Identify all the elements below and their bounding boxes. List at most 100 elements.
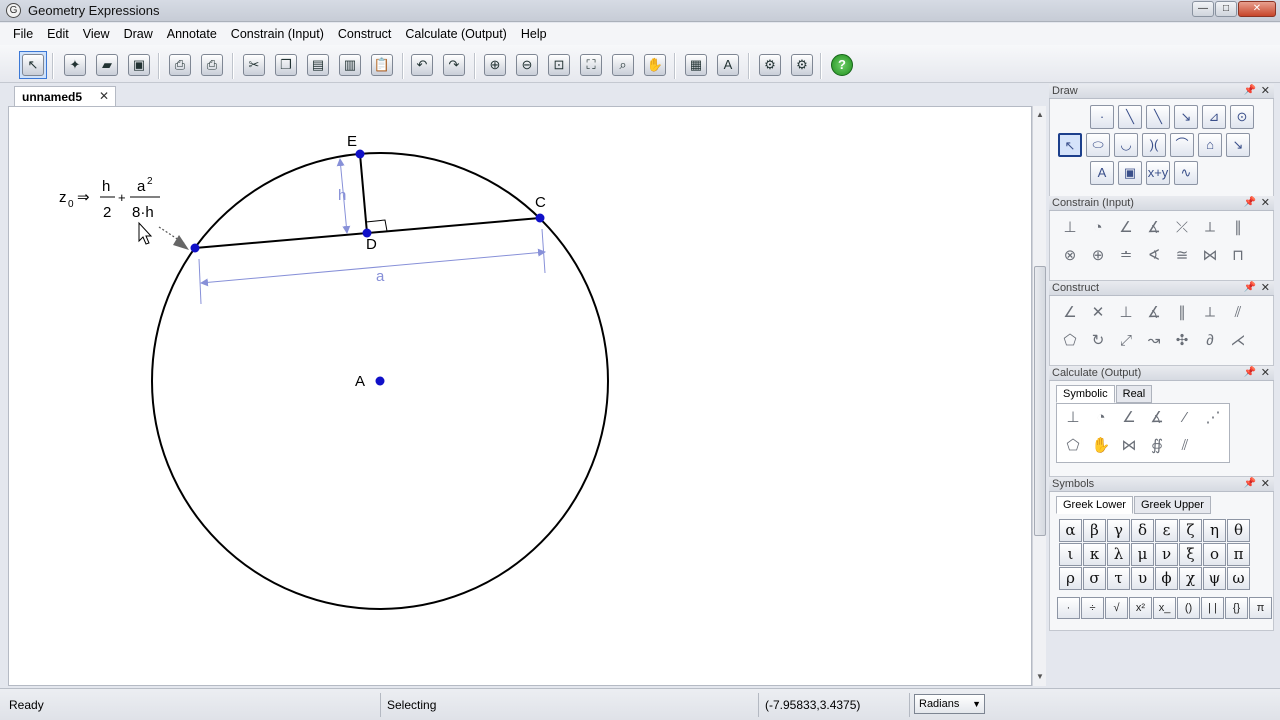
symbol-alpha[interactable]: α	[1059, 519, 1082, 542]
point-e[interactable]	[355, 149, 365, 159]
dimension-a-line[interactable]	[200, 248, 546, 287]
options-button[interactable]: ⚙	[788, 51, 816, 79]
drawing-canvas[interactable]: h a E C D A z 0 ⇒ h 2 + a 2 8·h	[8, 106, 1032, 686]
close-panel-icon[interactable]: ✕	[1261, 281, 1270, 295]
symbol-omega[interactable]: ω	[1227, 567, 1250, 590]
menu-annotate[interactable]: Annotate	[160, 27, 224, 41]
tab-symbolic[interactable]: Symbolic	[1056, 385, 1115, 403]
symbol-gamma[interactable]: γ	[1107, 519, 1130, 542]
zoom-page-button[interactable]: ⌕	[609, 51, 637, 79]
calc-radius-icon[interactable]: ◔	[1089, 407, 1113, 431]
symbol-psi[interactable]: ψ	[1203, 567, 1226, 590]
template-superscript[interactable]: x²	[1129, 597, 1152, 619]
settings-button[interactable]: ⚙	[756, 51, 784, 79]
angle-constraint-icon[interactable]: ∠	[1114, 217, 1138, 241]
close-panel-icon[interactable]: ✕	[1261, 196, 1270, 210]
symbol-upsilon[interactable]: υ	[1131, 567, 1154, 590]
undo-button[interactable]: ↶	[408, 51, 436, 79]
template-multiply[interactable]: ·	[1057, 597, 1080, 619]
coordinate-constraint-icon[interactable]: ⊕	[1086, 245, 1110, 269]
symbol-nu[interactable]: ν	[1155, 543, 1178, 566]
menu-constrain[interactable]: Constrain (Input)	[224, 27, 331, 41]
calc-parametric-icon[interactable]: ∯	[1145, 435, 1169, 459]
pan-button[interactable]: ✋	[641, 51, 669, 79]
direction-constraint-icon[interactable]: ∡	[1142, 217, 1166, 241]
close-tab-icon[interactable]: ✕	[99, 89, 109, 103]
perpendicular-constraint-icon[interactable]: ⟂	[1198, 217, 1222, 241]
formula-expression[interactable]: z 0 ⇒ h 2 + a 2 8·h	[59, 176, 160, 221]
locus-tool-icon[interactable]: ⌂	[1198, 133, 1222, 157]
paste-button[interactable]: 📋	[368, 51, 396, 79]
print-preview-button[interactable]: ⎙	[198, 51, 226, 79]
template-braces[interactable]: {}	[1225, 597, 1248, 619]
congruent-constraint-icon[interactable]: ≅	[1170, 245, 1194, 269]
menu-calculate[interactable]: Calculate (Output)	[398, 27, 513, 41]
menu-draw[interactable]: Draw	[117, 27, 160, 41]
hyperbola-tool-icon[interactable]: )(	[1142, 133, 1166, 157]
curve-tool-icon[interactable]: ↘	[1226, 133, 1250, 157]
locus-construct-icon[interactable]: ∂	[1198, 330, 1222, 354]
point-tool-icon[interactable]: ·	[1090, 105, 1114, 129]
symbol-epsilon[interactable]: ε	[1155, 519, 1178, 542]
graph-tool-icon[interactable]: ∿	[1174, 161, 1198, 185]
copy-as-button[interactable]: ▤	[304, 51, 332, 79]
symbol-kappa[interactable]: κ	[1083, 543, 1106, 566]
perpendicular-tool-icon[interactable]: ⊥	[1114, 302, 1138, 326]
zoom-fit-button[interactable]: ⛶	[577, 51, 605, 79]
menu-edit[interactable]: Edit	[40, 27, 76, 41]
perpendicular-bisector-tool-icon[interactable]: ⟂	[1198, 302, 1222, 326]
angle-unit-dropdown[interactable]: Radians ▼	[914, 694, 985, 714]
symbol-omicron[interactable]: ο	[1203, 543, 1226, 566]
new-file-button[interactable]: ✦	[61, 51, 89, 79]
symbol-beta[interactable]: β	[1083, 519, 1106, 542]
tab-unnamed5[interactable]: unnamed5 ✕	[14, 86, 116, 106]
template-parentheses[interactable]: ()	[1177, 597, 1200, 619]
close-panel-icon[interactable]: ✕	[1261, 366, 1270, 380]
menu-file[interactable]: File	[6, 27, 40, 41]
pin-icon[interactable]: 📌	[1244, 366, 1256, 380]
calc-implicit-icon[interactable]: ⋈	[1117, 435, 1141, 459]
close-window-button[interactable]: ✕	[1238, 1, 1276, 17]
radius-constraint-icon[interactable]: ◔	[1086, 217, 1110, 241]
template-sqrt[interactable]: √	[1105, 597, 1128, 619]
scrollbar-thumb[interactable]	[1034, 266, 1046, 536]
open-file-button[interactable]: ▰	[93, 51, 121, 79]
symbol-eta[interactable]: η	[1203, 519, 1226, 542]
midpoint-tool-icon[interactable]: ∠	[1058, 302, 1082, 326]
zoom-box-button[interactable]: ⊡	[545, 51, 573, 79]
close-panel-icon[interactable]: ✕	[1261, 84, 1270, 98]
segment-tool-icon[interactable]: ╲	[1146, 105, 1170, 129]
polygon-tool-icon[interactable]: ⊿	[1202, 105, 1226, 129]
maximize-button[interactable]: □	[1215, 1, 1237, 17]
rotate-tool-icon[interactable]: ↻	[1086, 330, 1110, 354]
symbol-xi[interactable]: ξ	[1179, 543, 1202, 566]
dilate-tool-icon[interactable]: ✣	[1170, 330, 1194, 354]
point-c[interactable]	[535, 213, 545, 223]
tangent-tool-icon[interactable]: ⫽	[1226, 302, 1250, 326]
locked-constraint-icon[interactable]: ⊓	[1226, 245, 1250, 269]
geometry-drawing[interactable]: h a E C D A z 0 ⇒ h 2 + a 2 8·h	[9, 107, 1032, 686]
cut-button[interactable]: ✂	[240, 51, 268, 79]
tab-greek-lower[interactable]: Greek Lower	[1056, 496, 1133, 514]
symbol-rho[interactable]: ρ	[1059, 567, 1082, 590]
calc-area-icon[interactable]: ⬠	[1061, 435, 1085, 459]
calc-coordinates-icon[interactable]: ⋰	[1201, 407, 1225, 431]
tab-greek-upper[interactable]: Greek Upper	[1133, 496, 1211, 514]
angle-bisector-tool-icon[interactable]: ∡	[1142, 302, 1166, 326]
select-arrow-button[interactable]: ↖	[19, 51, 47, 79]
equation-constraint-icon[interactable]: ≐	[1114, 245, 1138, 269]
close-panel-icon[interactable]: ✕	[1261, 477, 1270, 491]
translate-tool-icon[interactable]: ↝	[1142, 330, 1166, 354]
incident-constraint-icon[interactable]: ⤫	[1170, 217, 1194, 241]
symmetric-constraint-icon[interactable]: ⋈	[1198, 245, 1222, 269]
picture-tool-icon[interactable]: ▣	[1118, 161, 1142, 185]
parabola-tool-icon[interactable]: ⌒	[1170, 133, 1194, 157]
symbol-sigma[interactable]: σ	[1083, 567, 1106, 590]
reflect-tool-icon[interactable]: ⤢	[1114, 330, 1138, 354]
calc-locus-icon[interactable]: ⫽	[1173, 435, 1197, 459]
parallel-constraint-icon[interactable]: ∥	[1226, 217, 1250, 241]
symbol-iota[interactable]: ι	[1059, 543, 1082, 566]
font-button[interactable]: A	[714, 51, 742, 79]
ray-tool-icon[interactable]: ↘	[1174, 105, 1198, 129]
calc-distance-icon[interactable]: ⊥	[1061, 407, 1085, 431]
